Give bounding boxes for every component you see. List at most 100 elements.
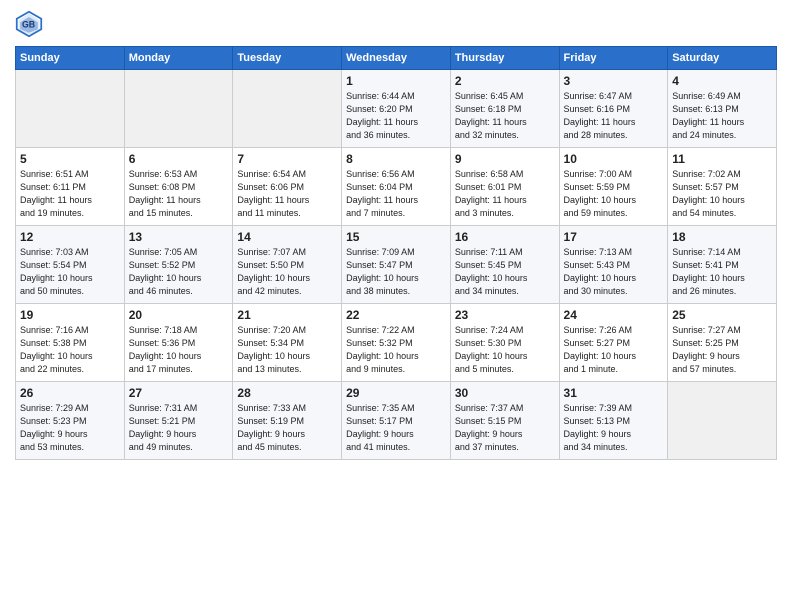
calendar-day-cell: 21Sunrise: 7:20 AM Sunset: 5:34 PM Dayli… bbox=[233, 304, 342, 382]
day-info: Sunrise: 6:49 AM Sunset: 6:13 PM Dayligh… bbox=[672, 90, 772, 142]
calendar-day-cell: 6 Sunrise: 6:53 AM Sunset: 6:08 PM Daylig… bbox=[124, 148, 233, 226]
calendar-week-row: 5 Sunrise: 6:51 AM Sunset: 6:11 PM Daylig… bbox=[16, 148, 777, 226]
day-number: 20 bbox=[129, 308, 229, 322]
day-info: Sunrise: 7:33 AM Sunset: 5:19 PM Dayligh… bbox=[237, 402, 337, 454]
day-number: 28 bbox=[237, 386, 337, 400]
calendar-day-cell bbox=[668, 382, 777, 460]
calendar-day-cell: 10 Sunrise: 7:00 AM Sunset: 5:59 PM Dayli… bbox=[559, 148, 668, 226]
calendar-day-cell bbox=[124, 70, 233, 148]
day-info: Sunrise: 7:22 AM Sunset: 5:32 PM Dayligh… bbox=[346, 324, 446, 376]
calendar-day-cell: 17 Sunrise: 7:13 AM Sunset: 5:43 PM Dayli… bbox=[559, 226, 668, 304]
day-number: 14 bbox=[237, 230, 337, 244]
day-number: 22 bbox=[346, 308, 446, 322]
day-info: Sunrise: 7:39 AM Sunset: 5:13 PM Dayligh… bbox=[564, 402, 664, 454]
calendar-day-cell: 24 Sunrise: 7:26 AM Sunset: 5:27 PM Dayli… bbox=[559, 304, 668, 382]
calendar-week-row: 1 Sunrise: 6:44 AM Sunset: 6:20 PM Daylig… bbox=[16, 70, 777, 148]
day-number: 19 bbox=[20, 308, 120, 322]
calendar-day-cell: 7 Sunrise: 6:54 AM Sunset: 6:06 PM Daylig… bbox=[233, 148, 342, 226]
day-info: Sunrise: 6:58 AM Sunset: 6:01 PM Dayligh… bbox=[455, 168, 555, 220]
calendar-day-cell: 20 Sunrise: 7:18 AM Sunset: 5:36 PM Dayli… bbox=[124, 304, 233, 382]
day-number: 12 bbox=[20, 230, 120, 244]
day-number: 5 bbox=[20, 152, 120, 166]
day-info: Sunrise: 7:03 AM Sunset: 5:54 PM Dayligh… bbox=[20, 246, 120, 298]
day-number: 13 bbox=[129, 230, 229, 244]
day-info: Sunrise: 7:24 AM Sunset: 5:30 PM Dayligh… bbox=[455, 324, 555, 376]
day-number: 24 bbox=[564, 308, 664, 322]
calendar-day-cell: 3 Sunrise: 6:47 AM Sunset: 6:16 PM Daylig… bbox=[559, 70, 668, 148]
day-number: 21 bbox=[237, 308, 337, 322]
calendar-header-cell: Monday bbox=[124, 47, 233, 70]
calendar-day-cell: 27 Sunrise: 7:31 AM Sunset: 5:21 PM Dayli… bbox=[124, 382, 233, 460]
day-number: 16 bbox=[455, 230, 555, 244]
day-number: 29 bbox=[346, 386, 446, 400]
day-info: Sunrise: 6:45 AM Sunset: 6:18 PM Dayligh… bbox=[455, 90, 555, 142]
day-info: Sunrise: 6:44 AM Sunset: 6:20 PM Dayligh… bbox=[346, 90, 446, 142]
calendar-day-cell: 8Sunrise: 6:56 AM Sunset: 6:04 PM Daylig… bbox=[342, 148, 451, 226]
calendar-header-row: SundayMondayTuesdayWednesdayThursdayFrid… bbox=[16, 47, 777, 70]
calendar-day-cell: 19 Sunrise: 7:16 AM Sunset: 5:38 PM Dayli… bbox=[16, 304, 125, 382]
day-number: 25 bbox=[672, 308, 772, 322]
calendar-day-cell bbox=[16, 70, 125, 148]
calendar-day-cell: 9 Sunrise: 6:58 AM Sunset: 6:01 PM Daylig… bbox=[450, 148, 559, 226]
day-number: 17 bbox=[564, 230, 664, 244]
calendar-header-cell: Wednesday bbox=[342, 47, 451, 70]
day-info: Sunrise: 6:47 AM Sunset: 6:16 PM Dayligh… bbox=[564, 90, 664, 142]
day-info: Sunrise: 7:18 AM Sunset: 5:36 PM Dayligh… bbox=[129, 324, 229, 376]
day-info: Sunrise: 7:07 AM Sunset: 5:50 PM Dayligh… bbox=[237, 246, 337, 298]
calendar-header-cell: Tuesday bbox=[233, 47, 342, 70]
logo-icon: GB bbox=[15, 10, 43, 38]
calendar-body: 1 Sunrise: 6:44 AM Sunset: 6:20 PM Daylig… bbox=[16, 70, 777, 460]
day-info: Sunrise: 7:00 AM Sunset: 5:59 PM Dayligh… bbox=[564, 168, 664, 220]
calendar-day-cell: 1 Sunrise: 6:44 AM Sunset: 6:20 PM Daylig… bbox=[342, 70, 451, 148]
day-info: Sunrise: 6:54 AM Sunset: 6:06 PM Dayligh… bbox=[237, 168, 337, 220]
calendar-day-cell: 16Sunrise: 7:11 AM Sunset: 5:45 PM Dayli… bbox=[450, 226, 559, 304]
day-number: 6 bbox=[129, 152, 229, 166]
calendar-day-cell: 12 Sunrise: 7:03 AM Sunset: 5:54 PM Dayli… bbox=[16, 226, 125, 304]
calendar-day-cell: 2Sunrise: 6:45 AM Sunset: 6:18 PM Daylig… bbox=[450, 70, 559, 148]
day-number: 15 bbox=[346, 230, 446, 244]
day-number: 7 bbox=[237, 152, 337, 166]
day-info: Sunrise: 7:37 AM Sunset: 5:15 PM Dayligh… bbox=[455, 402, 555, 454]
calendar-week-row: 26 Sunrise: 7:29 AM Sunset: 5:23 PM Dayli… bbox=[16, 382, 777, 460]
day-number: 23 bbox=[455, 308, 555, 322]
calendar-week-row: 19 Sunrise: 7:16 AM Sunset: 5:38 PM Dayli… bbox=[16, 304, 777, 382]
day-info: Sunrise: 7:05 AM Sunset: 5:52 PM Dayligh… bbox=[129, 246, 229, 298]
calendar-day-cell: 28 Sunrise: 7:33 AM Sunset: 5:19 PM Dayli… bbox=[233, 382, 342, 460]
calendar-day-cell: 22 Sunrise: 7:22 AM Sunset: 5:32 PM Dayli… bbox=[342, 304, 451, 382]
day-number: 11 bbox=[672, 152, 772, 166]
calendar-header-cell: Saturday bbox=[668, 47, 777, 70]
day-info: Sunrise: 7:14 AM Sunset: 5:41 PM Dayligh… bbox=[672, 246, 772, 298]
day-info: Sunrise: 7:29 AM Sunset: 5:23 PM Dayligh… bbox=[20, 402, 120, 454]
day-info: Sunrise: 7:35 AM Sunset: 5:17 PM Dayligh… bbox=[346, 402, 446, 454]
day-number: 27 bbox=[129, 386, 229, 400]
calendar-day-cell: 31 Sunrise: 7:39 AM Sunset: 5:13 PM Dayli… bbox=[559, 382, 668, 460]
svg-text:GB: GB bbox=[22, 20, 35, 30]
day-number: 10 bbox=[564, 152, 664, 166]
calendar-day-cell: 25Sunrise: 7:27 AM Sunset: 5:25 PM Dayli… bbox=[668, 304, 777, 382]
page-container: GB SundayMondayTuesdayWednesdayThursdayF… bbox=[0, 0, 792, 465]
calendar-header-cell: Friday bbox=[559, 47, 668, 70]
day-info: Sunrise: 7:16 AM Sunset: 5:38 PM Dayligh… bbox=[20, 324, 120, 376]
day-info: Sunrise: 6:51 AM Sunset: 6:11 PM Dayligh… bbox=[20, 168, 120, 220]
day-info: Sunrise: 6:53 AM Sunset: 6:08 PM Dayligh… bbox=[129, 168, 229, 220]
calendar-day-cell: 29 Sunrise: 7:35 AM Sunset: 5:17 PM Dayli… bbox=[342, 382, 451, 460]
day-number: 1 bbox=[346, 74, 446, 88]
day-number: 9 bbox=[455, 152, 555, 166]
calendar-day-cell: 23 Sunrise: 7:24 AM Sunset: 5:30 PM Dayli… bbox=[450, 304, 559, 382]
day-info: Sunrise: 7:31 AM Sunset: 5:21 PM Dayligh… bbox=[129, 402, 229, 454]
day-number: 18 bbox=[672, 230, 772, 244]
day-info: Sunrise: 7:26 AM Sunset: 5:27 PM Dayligh… bbox=[564, 324, 664, 376]
calendar-header-cell: Sunday bbox=[16, 47, 125, 70]
day-number: 3 bbox=[564, 74, 664, 88]
header: GB bbox=[15, 10, 777, 38]
day-number: 31 bbox=[564, 386, 664, 400]
day-number: 26 bbox=[20, 386, 120, 400]
calendar-table: SundayMondayTuesdayWednesdayThursdayFrid… bbox=[15, 46, 777, 460]
calendar-day-cell: 11Sunrise: 7:02 AM Sunset: 5:57 PM Dayli… bbox=[668, 148, 777, 226]
day-info: Sunrise: 7:13 AM Sunset: 5:43 PM Dayligh… bbox=[564, 246, 664, 298]
day-number: 30 bbox=[455, 386, 555, 400]
day-info: Sunrise: 7:09 AM Sunset: 5:47 PM Dayligh… bbox=[346, 246, 446, 298]
day-number: 8 bbox=[346, 152, 446, 166]
day-number: 4 bbox=[672, 74, 772, 88]
calendar-day-cell: 18 Sunrise: 7:14 AM Sunset: 5:41 PM Dayli… bbox=[668, 226, 777, 304]
